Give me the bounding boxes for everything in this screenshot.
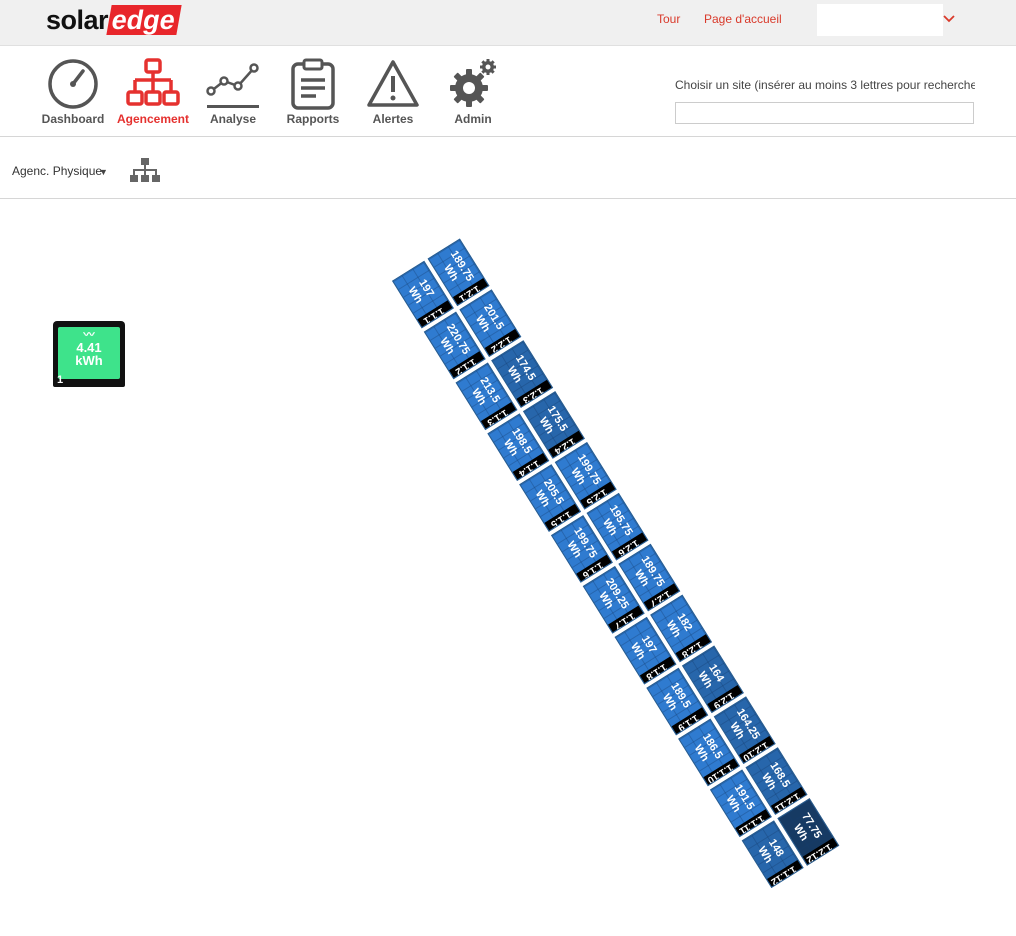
- layout-tree-icon: [126, 58, 180, 106]
- gauge-icon: [48, 59, 98, 109]
- chevron-down-icon[interactable]: [942, 12, 956, 26]
- gear-icon: [450, 59, 496, 107]
- home-link[interactable]: Page d'accueil: [704, 12, 782, 26]
- site-search-input[interactable]: [675, 102, 974, 124]
- caret-down-icon[interactable]: ▼: [99, 167, 108, 177]
- nav-label: Analyse: [209, 112, 257, 126]
- nav-admin[interactable]: Admin: [433, 58, 513, 126]
- chart-line-icon: [206, 63, 259, 108]
- nav-alertes[interactable]: Alertes: [353, 58, 433, 126]
- nav-agencement[interactable]: Agencement: [113, 58, 193, 126]
- nav-dashboard[interactable]: Dashboard: [33, 58, 113, 126]
- inverter-screen: 〰 4.41 kWh: [58, 327, 120, 379]
- nav-label: Alertes: [372, 112, 414, 126]
- nav-label: Admin: [454, 112, 492, 126]
- layout-toolbar: Agenc. Physique ▼: [0, 137, 1016, 199]
- inverter[interactable]: 〰 4.41 kWh 1: [53, 321, 125, 387]
- nav-label: Dashboard: [41, 112, 105, 126]
- inverter-number: 1: [57, 374, 64, 386]
- logo-text-edge: edge: [106, 5, 182, 35]
- top-bar: solar edge Tour Page d'accueil: [0, 0, 1016, 46]
- account-dropdown[interactable]: [817, 4, 943, 36]
- inverter-unit: kWh: [75, 353, 103, 368]
- warning-icon: [367, 60, 419, 107]
- nav-label: Rapports: [286, 112, 340, 126]
- site-search-label: Choisir un site (insérer au moins 3 lett…: [675, 78, 975, 92]
- layout-mode-dropdown[interactable]: Agenc. Physique: [12, 164, 102, 178]
- layout-canvas: 〰 4.41 kWh 1 1.1.1 197 Wh 1.1.2 220.75 Wh 1.1.…: [0, 200, 1016, 936]
- solaredge-logo[interactable]: solar edge: [46, 4, 182, 36]
- nav-rapports[interactable]: Rapports: [273, 58, 353, 126]
- tour-link[interactable]: Tour: [657, 12, 680, 26]
- nav-analyse[interactable]: Analyse: [193, 58, 273, 126]
- logo-text-solar: solar: [46, 4, 109, 35]
- hierarchy-icon[interactable]: [130, 158, 160, 184]
- clipboard-icon: [291, 58, 335, 110]
- nav-label: Agencement: [116, 112, 190, 126]
- main-nav: Dashboard Agencement Analyse Rapports Al…: [0, 46, 1016, 137]
